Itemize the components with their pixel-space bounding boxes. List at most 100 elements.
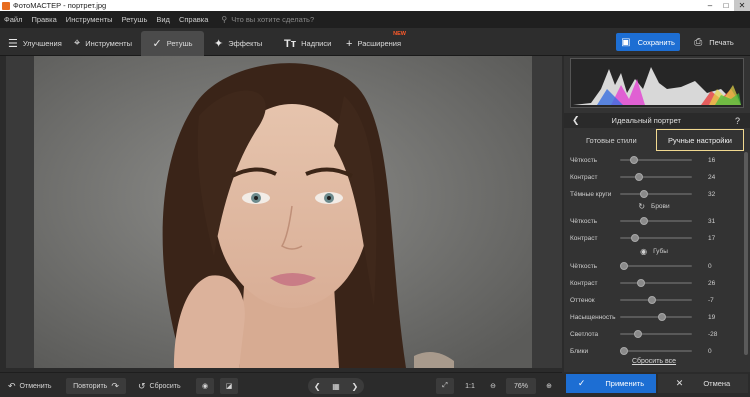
reset-button[interactable]: ↺ Сбросить bbox=[138, 378, 188, 394]
save-button[interactable]: ▣ Сохранить bbox=[616, 33, 680, 51]
right-panel: ❮ Идеальный портрет ? Готовые стили Ручн… bbox=[564, 56, 750, 372]
slider-label: Чёткость bbox=[570, 156, 598, 164]
slider-label: Оттенок bbox=[570, 296, 595, 304]
slider-track[interactable] bbox=[620, 220, 692, 222]
save-label: Сохранить bbox=[637, 37, 675, 47]
fit-screen-button[interactable]: ⤢ bbox=[436, 378, 454, 394]
panel-scrollbar[interactable] bbox=[744, 152, 748, 355]
menu-view[interactable]: Вид bbox=[156, 15, 170, 24]
slider-row: Блики 0 bbox=[570, 343, 736, 359]
magic-wand-icon: ✦ bbox=[214, 38, 224, 50]
tab-label: Инструменты bbox=[85, 39, 132, 48]
floppy-icon: ▣ bbox=[621, 36, 631, 48]
slider-value: -7 bbox=[708, 296, 714, 304]
eye-icon: ◉ bbox=[201, 383, 209, 390]
slider-handle[interactable] bbox=[636, 279, 645, 287]
slider-handle[interactable] bbox=[635, 173, 644, 181]
slider-value: 16 bbox=[708, 156, 716, 164]
brows-icon: ↻ bbox=[638, 201, 646, 211]
slider-label: Тёмные круги bbox=[570, 190, 612, 198]
zoom-in-button[interactable]: ⊕ bbox=[542, 378, 556, 394]
slider-handle[interactable] bbox=[634, 330, 643, 338]
next-arrow-icon[interactable]: ❯ bbox=[351, 382, 358, 391]
actual-size-button[interactable]: 1:1 bbox=[462, 378, 478, 394]
zoom-level[interactable]: 76% bbox=[506, 378, 536, 394]
slider-track[interactable] bbox=[620, 299, 692, 301]
group-label: Брови bbox=[651, 202, 670, 210]
maximize-button[interactable]: □ bbox=[718, 0, 734, 11]
tab-manual-settings[interactable]: Ручные настройки bbox=[656, 129, 744, 151]
portrait-image bbox=[34, 56, 532, 368]
slider-handle[interactable] bbox=[620, 347, 628, 355]
slider-value: 17 bbox=[708, 234, 716, 242]
tab-retouch[interactable]: ✓ Ретушь bbox=[141, 31, 204, 56]
help-icon[interactable]: ? bbox=[735, 116, 740, 126]
slider-label: Контраст bbox=[570, 279, 598, 287]
brush-icon: ✓ bbox=[152, 38, 162, 50]
tab-effects[interactable]: ✦ Эффекты bbox=[214, 31, 274, 56]
slider-handle[interactable] bbox=[630, 156, 639, 164]
slider-track[interactable] bbox=[620, 282, 692, 284]
menu-tools[interactable]: Инструменты bbox=[66, 15, 113, 24]
tab-captions[interactable]: Tт Надписи bbox=[284, 31, 340, 56]
folder-icon[interactable]: ▦ bbox=[332, 382, 340, 391]
slider-track[interactable] bbox=[620, 350, 692, 352]
slider-label: Чёткость bbox=[570, 262, 598, 270]
slider-label: Светлота bbox=[570, 330, 599, 338]
search-input[interactable]: ⚲ Что вы хотите сделать? bbox=[221, 15, 314, 24]
new-badge: NEW bbox=[393, 31, 406, 37]
title-bar: ФотоМАСТЕР - портрет.jpg – □ ✕ bbox=[0, 0, 750, 11]
window-title: ФотоМАСТЕР - портрет.jpg bbox=[13, 1, 107, 10]
slider-track[interactable] bbox=[620, 316, 692, 318]
compare-button[interactable]: ◪ bbox=[220, 378, 238, 394]
panel-tabs: Готовые стили Ручные настройки bbox=[564, 129, 750, 151]
redo-icon: ↷ bbox=[111, 380, 119, 391]
menu-help[interactable]: Справка bbox=[179, 15, 208, 24]
minimize-button[interactable]: – bbox=[702, 0, 718, 11]
apply-button[interactable]: ✓ Применить bbox=[566, 374, 656, 393]
slider-row: Оттенок -7 bbox=[570, 292, 736, 308]
slider-handle[interactable] bbox=[640, 190, 649, 198]
minus-icon: ⊖ bbox=[490, 383, 496, 390]
back-arrow-icon[interactable]: ❮ bbox=[572, 115, 580, 126]
cancel-button[interactable]: ✕ Отмена bbox=[658, 374, 748, 393]
reset-all-link[interactable]: Сбросить все bbox=[564, 358, 744, 365]
slider-handle[interactable] bbox=[657, 313, 666, 321]
tab-extensions[interactable]: + Расширения NEW bbox=[346, 31, 406, 56]
tab-presets[interactable]: Готовые стили bbox=[586, 136, 637, 145]
reset-icon: ↺ bbox=[138, 380, 146, 391]
slider-label: Контраст bbox=[570, 173, 598, 181]
tab-tools[interactable]: ⌖ Инструменты bbox=[74, 31, 138, 56]
crop-icon: ⌖ bbox=[74, 37, 81, 49]
menu-edit[interactable]: Правка bbox=[31, 15, 56, 24]
reset-label: Сбросить bbox=[149, 382, 181, 390]
menu-file[interactable]: Файл bbox=[4, 15, 22, 24]
print-button[interactable]: ⎙ Печать bbox=[684, 33, 744, 51]
menu-retouch[interactable]: Ретушь bbox=[122, 15, 148, 24]
prev-arrow-icon[interactable]: ❮ bbox=[314, 382, 321, 391]
slider-handle[interactable] bbox=[639, 217, 648, 225]
tab-label: Расширения bbox=[357, 39, 402, 48]
slider-handle[interactable] bbox=[630, 234, 639, 242]
bottom-bar: ↶ Отменить Повторить ↷ ↺ Сбросить ◉ ◪ ❮ … bbox=[0, 372, 562, 397]
undo-button[interactable]: ↶ Отменить bbox=[8, 378, 60, 394]
preview-toggle-button[interactable]: ◉ bbox=[196, 378, 214, 394]
image-navigation: ❮ ▦ ❯ bbox=[308, 378, 364, 394]
group-label: Губы bbox=[653, 247, 668, 255]
slider-handle[interactable] bbox=[647, 296, 656, 304]
redo-button[interactable]: Повторить ↷ bbox=[66, 378, 126, 394]
zoom-out-button[interactable]: ⊖ bbox=[486, 378, 500, 394]
text-icon: Tт bbox=[284, 37, 297, 50]
menu-bar: Файл Правка Инструменты Ретушь Вид Справ… bbox=[0, 11, 750, 28]
slider-row: Чёткость 16 bbox=[570, 152, 736, 168]
tab-enhancements[interactable]: ☰ Улучшения bbox=[8, 31, 70, 56]
slider-row: Светлота -28 bbox=[570, 326, 736, 342]
slider-handle[interactable] bbox=[620, 262, 628, 270]
slider-track[interactable] bbox=[620, 193, 692, 195]
slider-track[interactable] bbox=[620, 176, 692, 178]
plus-circle-icon: ⊕ bbox=[546, 383, 552, 390]
slider-track[interactable] bbox=[620, 265, 692, 267]
slider-track[interactable] bbox=[620, 333, 692, 335]
panel-header: ❮ Идеальный портрет ? bbox=[564, 113, 750, 128]
close-button[interactable]: ✕ bbox=[734, 0, 750, 11]
